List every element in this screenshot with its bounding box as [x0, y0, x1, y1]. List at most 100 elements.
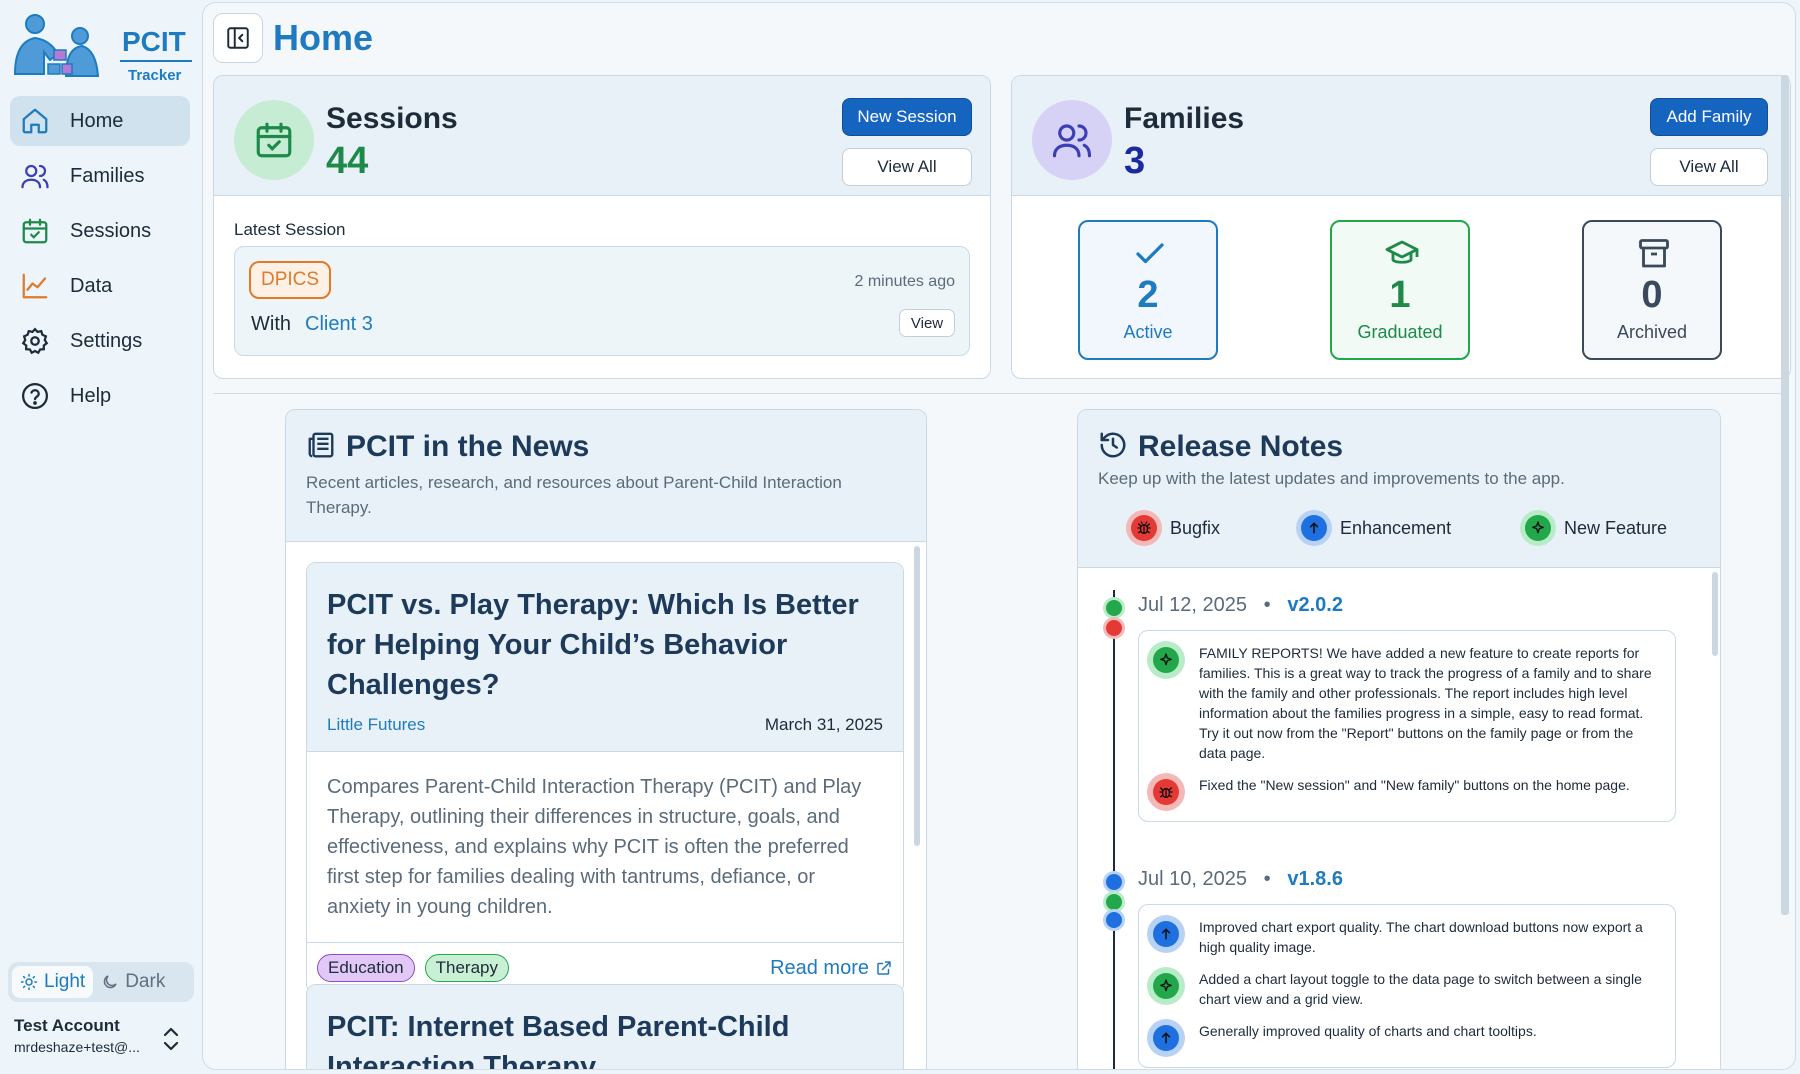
page-title: Home: [273, 17, 374, 58]
news-panel: PCIT in the News Recent articles, resear…: [285, 409, 927, 1069]
release-item-text: Fixed the "New session" and "New family"…: [1199, 777, 1630, 793]
release-header: Jul 10, 2025 • v1.8.6: [1138, 868, 1343, 891]
release-notes-scrollbar[interactable]: [1712, 572, 1718, 656]
new-session-button[interactable]: New Session: [842, 98, 972, 136]
sidebar-item-help[interactable]: Help: [10, 371, 190, 421]
session-with-label: With: [251, 313, 291, 335]
sparkles-icon: [1160, 979, 1172, 992]
release-version: v1.8.6: [1287, 868, 1343, 890]
legend-label: Enhancement: [1340, 517, 1452, 538]
article-header: PCIT: Internet Based Parent-Child Intera…: [307, 985, 903, 1069]
families-icon-badge: [1032, 100, 1112, 180]
timeline-dot-enhancement: [1106, 874, 1122, 890]
app-logo[interactable]: PCIT Tracker: [10, 12, 192, 84]
external-link-icon: [877, 961, 891, 975]
news-description: Recent articles, research, and resources…: [306, 473, 842, 517]
latest-session-card: DPICS 2 minutes ago With Client 3 View: [234, 246, 970, 356]
calendar-check-icon: [22, 218, 48, 244]
sidebar-item-home[interactable]: Home: [10, 96, 190, 146]
session-client-link[interactable]: Client 3: [305, 313, 373, 336]
sun-icon: [20, 973, 38, 991]
sessions-count: 44: [326, 140, 369, 182]
timeline-line: [1113, 590, 1115, 1069]
sessions-label: Sessions: [326, 102, 458, 135]
sidebar-toggle-button[interactable]: [213, 13, 263, 63]
sessions-card-header: Sessions 44 New Session View All: [214, 76, 990, 196]
families-graduated-stat[interactable]: 1 Graduated: [1330, 220, 1470, 360]
check-icon: [1136, 243, 1164, 264]
families-archived-stat[interactable]: 0 Archived: [1582, 220, 1722, 360]
bug-icon: [1137, 521, 1151, 534]
sidebar-item-label: Home: [70, 109, 124, 132]
sidebar-item-label: Help: [70, 384, 112, 407]
release-item: Generally improved quality of charts and…: [1147, 1019, 1663, 1057]
sidebar-item-settings[interactable]: Settings: [10, 316, 190, 366]
calendar-check-icon: [256, 122, 292, 158]
sidebar-item-sessions[interactable]: Sessions: [10, 206, 190, 256]
release-item: FAMILY REPORTS! We have added a new feat…: [1147, 641, 1663, 763]
main-scrollbar[interactable]: [1781, 75, 1789, 915]
families-archived-count: 0: [1641, 274, 1663, 316]
release-notes-panel: Release Notes Keep up with the latest up…: [1077, 409, 1721, 1069]
release-notes-description: Keep up with the latest updates and impr…: [1098, 469, 1565, 488]
users-icon: [1052, 124, 1092, 158]
release-item: Added a chart layout toggle to the data …: [1147, 967, 1663, 1009]
legend-enhancement: Enhancement: [1296, 510, 1451, 546]
article-meta: Little Futures March 31, 2025: [327, 715, 883, 735]
chart-line-icon: [22, 273, 48, 299]
sidebar-nav: Home Families Sessions Data Settings Hel…: [10, 96, 190, 426]
arrow-up-icon: [1161, 1032, 1171, 1044]
families-graduated-label: Graduated: [1357, 322, 1443, 342]
families-card-header: Families 3 Add Family View All: [1012, 76, 1790, 196]
release-version: v2.0.2: [1287, 594, 1343, 616]
families-archived-label: Archived: [1616, 322, 1688, 342]
theme-light-option[interactable]: Light: [12, 966, 94, 998]
logo-figures-icon: [13, 14, 100, 77]
tag-therapy: Therapy: [424, 954, 509, 982]
families-view-all-button[interactable]: View All: [1650, 148, 1768, 186]
bug-icon: [1159, 787, 1173, 798]
sidebar-item-data[interactable]: Data: [10, 261, 190, 311]
release-items: FAMILY REPORTS! We have added a new feat…: [1138, 630, 1676, 822]
logo-underline: [120, 60, 192, 62]
sessions-view-all-button[interactable]: View All: [842, 148, 972, 186]
session-view-button[interactable]: View: [899, 309, 955, 337]
release-item-text: Generally improved quality of charts and…: [1199, 1023, 1537, 1039]
session-type-badge: DPICS: [249, 261, 332, 299]
latest-session-label: Latest Session: [234, 220, 346, 239]
newspaper-icon: [308, 432, 334, 458]
sparkles-icon: [1532, 521, 1544, 534]
release-item-text: Improved chart export quality. The chart…: [1199, 919, 1643, 955]
article-title[interactable]: PCIT vs. Play Therapy: Which Is Better f…: [327, 585, 883, 705]
release-item: Improved chart export quality. The chart…: [1147, 915, 1663, 957]
bullet-separator: •: [1252, 594, 1282, 616]
release-items: Improved chart export quality. The chart…: [1138, 904, 1676, 1068]
timeline-dot-feature: [1106, 894, 1122, 910]
sidebar: PCIT Tracker Home Families Sessions Data…: [0, 0, 200, 1074]
release-item: Fixed the "New session" and "New family"…: [1147, 773, 1663, 811]
release-notes-header: Release Notes Keep up with the latest up…: [1078, 410, 1720, 568]
moon-icon: [103, 975, 117, 989]
timeline-dot-enhancement: [1106, 912, 1122, 928]
sessions-card: Sessions 44 New Session View All Latest …: [213, 75, 991, 379]
theme-dark-option[interactable]: Dark: [93, 966, 173, 998]
home-icon: [22, 108, 48, 134]
read-more-link[interactable]: Read more: [770, 957, 893, 980]
timeline-dot-bugfix: [1106, 620, 1122, 636]
gear-icon: [21, 327, 49, 355]
families-graduated-count: 1: [1389, 274, 1411, 316]
news-article: PCIT vs. Play Therapy: Which Is Better f…: [306, 562, 904, 994]
article-header: PCIT vs. Play Therapy: Which Is Better f…: [307, 563, 903, 752]
article-source[interactable]: Little Futures: [327, 715, 425, 735]
news-scrollbar[interactable]: [914, 546, 920, 846]
release-date: Jul 10, 2025: [1138, 868, 1247, 890]
families-active-stat[interactable]: 2 Active: [1078, 220, 1218, 360]
release-date: Jul 12, 2025: [1138, 594, 1247, 616]
account-switcher[interactable]: Test Account mrdeshaze+test@...: [14, 1016, 194, 1055]
article-title[interactable]: PCIT: Internet Based Parent-Child Intera…: [327, 1007, 883, 1069]
add-family-button[interactable]: Add Family: [1650, 98, 1768, 136]
families-count: 3: [1124, 140, 1146, 182]
sidebar-item-families[interactable]: Families: [10, 151, 190, 201]
bullet-separator: •: [1252, 868, 1282, 890]
arrow-up-icon: [1309, 522, 1319, 534]
